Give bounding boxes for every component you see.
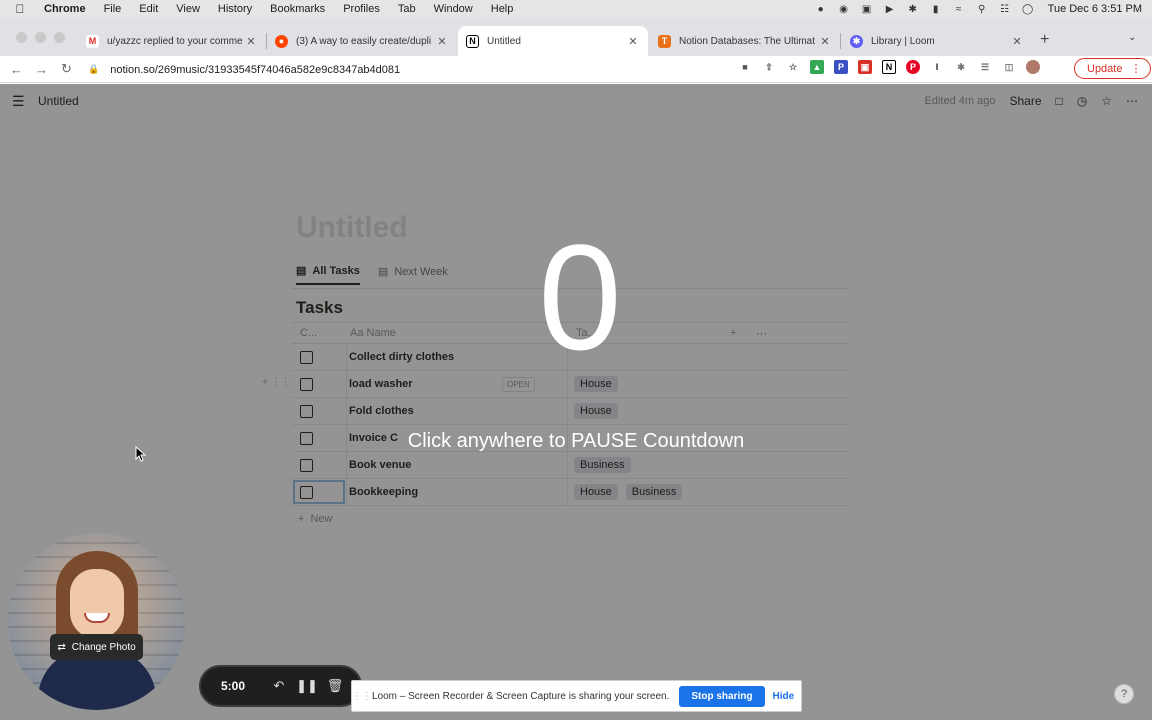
new-tab-icon[interactable]: +	[1040, 31, 1049, 49]
tab-title: Untitled	[487, 35, 521, 47]
control-center-icon[interactable]: ☷	[998, 3, 1012, 15]
avatar-face	[70, 569, 124, 639]
update-button[interactable]: Update ⋮	[1074, 58, 1152, 79]
extension-i-icon[interactable]: I	[930, 60, 944, 74]
menu-edit[interactable]: Edit	[130, 3, 167, 15]
tab-divider	[840, 33, 841, 49]
back-arrow-icon[interactable]: ←	[4, 62, 29, 77]
tab-title: u/yazzc replied to your comme	[107, 35, 243, 47]
forward-arrow-icon[interactable]: →	[29, 62, 54, 77]
undo-icon[interactable]: ↶	[265, 678, 293, 694]
screen-sharing-bar: ⋮⋮ Loom – Screen Recorder & Screen Captu…	[351, 680, 802, 712]
update-label: Update	[1087, 62, 1123, 75]
pinterest-icon[interactable]: P	[906, 60, 920, 74]
tf-icon: T	[658, 34, 671, 48]
trash-icon[interactable]: 🗑	[321, 678, 349, 694]
countdown-message[interactable]: Click anywhere to PAUSE Countdown	[300, 430, 852, 453]
menu-help[interactable]: Help	[482, 3, 523, 15]
share-icon[interactable]: ⇧	[762, 60, 776, 74]
chrome-tab-strip: M u/yazzc replied to your comme ✕ ● (3) …	[0, 18, 1152, 56]
apple-icon[interactable]: 	[0, 2, 40, 16]
sharing-message: Loom – Screen Recorder & Screen Capture …	[372, 690, 670, 702]
status-icons: ● ◉ ▣ ▶ ✱ ▮ ≈ ⚲ ☷ ◯ Tue Dec 6 3:51 PM	[814, 0, 1142, 18]
extension-p-icon[interactable]: P	[834, 60, 848, 74]
change-photo-label: Change Photo	[71, 641, 136, 653]
menu-file[interactable]: File	[95, 3, 131, 15]
extension-red-icon[interactable]: ▣	[858, 60, 872, 74]
puzzle-icon[interactable]: ✱	[954, 60, 968, 74]
microphone-icon[interactable]: ●	[814, 3, 828, 15]
battery-icon[interactable]: ▮	[929, 3, 943, 15]
change-photo-button[interactable]: ⇄ Change Photo	[50, 634, 143, 660]
extension-icons: ■ ⇧ ☆ ▲ P ▣ N P I ✱ ☰ ◫	[738, 60, 1040, 74]
window-controls	[16, 32, 65, 43]
tab-gmail[interactable]: M u/yazzc replied to your comme ✕	[78, 26, 266, 56]
stop-sharing-button[interactable]: Stop sharing	[679, 685, 765, 707]
tab-notion-databases[interactable]: T Notion Databases: The Ultimat ✕	[650, 26, 840, 56]
browser-toolbar: ← → ↻ 🔒 notion.so/269music/31933545f7404…	[0, 56, 1152, 83]
bluetooth-icon[interactable]: ✱	[906, 3, 920, 15]
tab-notion-untitled[interactable]: N Untitled ✕	[458, 26, 648, 56]
close-tab-icon[interactable]: ✕	[818, 35, 832, 48]
mouse-cursor-icon	[135, 446, 147, 462]
menu-profiles[interactable]: Profiles	[334, 3, 389, 15]
close-tab-icon[interactable]: ✕	[1010, 35, 1024, 48]
menu-history[interactable]: History	[209, 3, 261, 15]
kebab-menu-icon: ⋮	[1130, 63, 1142, 75]
profile-avatar[interactable]	[1026, 60, 1040, 74]
play-icon[interactable]: ▶	[883, 3, 897, 15]
notion-extension-icon[interactable]: N	[882, 60, 896, 74]
countdown-number[interactable]: 0	[480, 222, 680, 372]
drive-icon[interactable]: ▲	[810, 60, 824, 74]
zoom-window-icon[interactable]	[54, 32, 65, 43]
camera-bubble[interactable]	[8, 533, 185, 710]
tab-loom-library[interactable]: ✱ Library | Loom ✕	[842, 26, 1032, 56]
reddit-icon: ●	[275, 34, 288, 48]
menu-tab[interactable]: Tab	[389, 3, 425, 15]
tab-reddit[interactable]: ● (3) A way to easily create/dupli ✕	[267, 26, 457, 56]
macos-menu-bar:  Chrome File Edit View History Bookmark…	[0, 0, 1152, 18]
reading-list-icon[interactable]: ☰	[978, 60, 992, 74]
address-bar[interactable]: 🔒 notion.so/269music/31933545f74046a582e…	[88, 59, 818, 80]
tab-title: (3) A way to easily create/dupli	[296, 35, 432, 47]
tab-search-chevron-icon[interactable]: ⌄	[1128, 32, 1136, 43]
close-tab-icon[interactable]: ✕	[626, 35, 640, 48]
minimize-window-icon[interactable]	[35, 32, 46, 43]
recording-timer: 5:00	[220, 679, 246, 693]
camera-icon[interactable]: ■	[738, 60, 752, 74]
wifi-icon[interactable]: ≈	[952, 3, 966, 15]
close-tab-icon[interactable]: ✕	[435, 35, 449, 48]
menu-app-chrome[interactable]: Chrome	[40, 3, 95, 15]
help-button[interactable]: ?	[1114, 684, 1134, 704]
siri-icon[interactable]: ◯	[1021, 3, 1035, 15]
menu-window[interactable]: Window	[425, 3, 482, 15]
reload-icon[interactable]: ↻	[54, 61, 79, 77]
close-window-icon[interactable]	[16, 32, 27, 43]
menu-view[interactable]: View	[167, 3, 209, 15]
search-icon[interactable]: ⚲	[975, 3, 989, 15]
url-text[interactable]: notion.so/269music/31933545f74046a582e9c…	[110, 64, 400, 76]
menubar-clock[interactable]: Tue Dec 6 3:51 PM	[1048, 3, 1142, 15]
side-panel-icon[interactable]: ◫	[1002, 60, 1016, 74]
tab-title: Notion Databases: The Ultimat	[679, 35, 815, 47]
drag-grip-icon[interactable]: ⋮⋮	[352, 691, 372, 702]
lock-icon[interactable]: 🔒	[88, 64, 99, 75]
gmail-icon: M	[86, 34, 99, 48]
hide-button[interactable]: Hide	[773, 691, 795, 702]
screen-share-icon[interactable]: ▣	[860, 3, 874, 15]
loom-icon: ✱	[850, 34, 863, 48]
close-tab-icon[interactable]: ✕	[244, 35, 258, 48]
notion-icon: N	[466, 34, 479, 48]
swap-icon: ⇄	[57, 641, 66, 653]
pause-icon[interactable]: ❚❚	[293, 678, 321, 694]
loom-status-icon[interactable]: ◉	[837, 3, 851, 15]
bookmark-star-icon[interactable]: ☆	[786, 60, 800, 74]
menu-bookmarks[interactable]: Bookmarks	[261, 3, 334, 15]
loom-controls: 5:00 ↶ ❚❚ 🗑	[199, 665, 362, 707]
tab-title: Library | Loom	[871, 35, 935, 47]
